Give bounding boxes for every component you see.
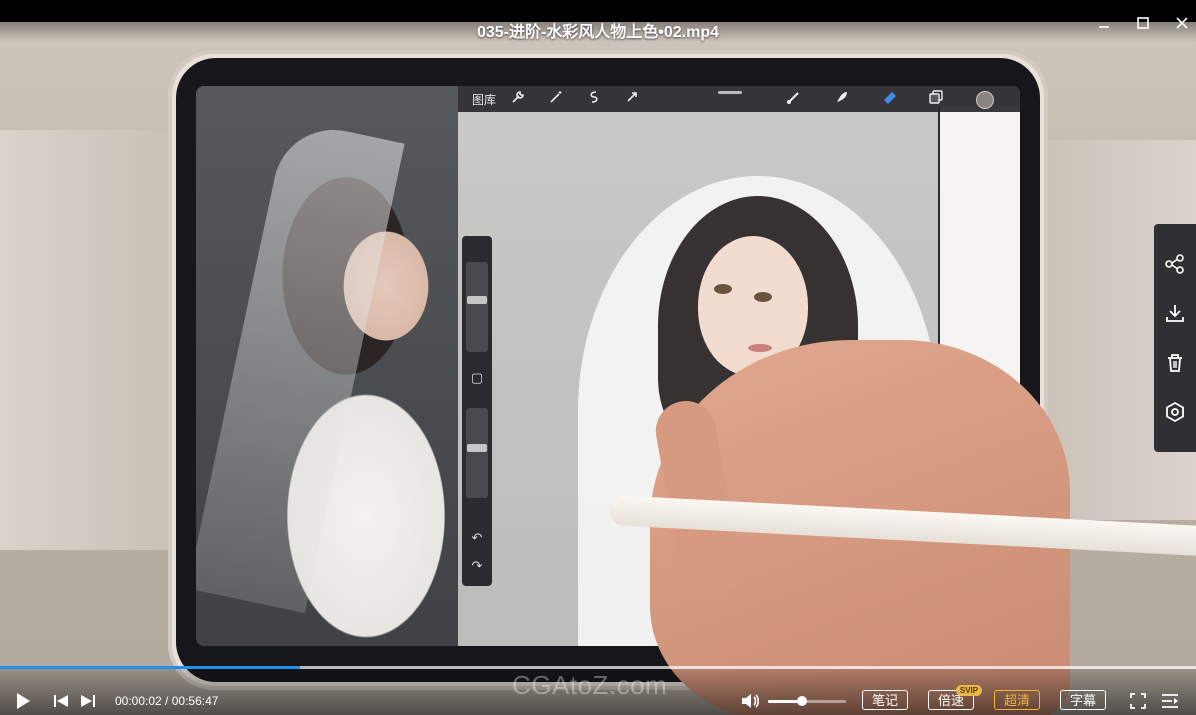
background-wall-left xyxy=(0,130,180,550)
magic-wand-icon[interactable] xyxy=(546,89,566,109)
side-action-panel xyxy=(1154,224,1196,452)
quality-button[interactable]: 超清 xyxy=(994,690,1040,710)
video-frame[interactable]: 图库 ▢ ↶ ↷ xyxy=(0,0,1196,715)
delete-icon[interactable] xyxy=(1154,343,1196,383)
volume-icon[interactable] xyxy=(739,690,761,712)
selection-icon[interactable] xyxy=(584,89,604,109)
eraser-icon[interactable] xyxy=(880,89,900,109)
current-time: 00:00:02 xyxy=(115,694,162,708)
notes-button[interactable]: 笔记 xyxy=(862,690,908,710)
brush-opacity-slider[interactable] xyxy=(466,408,488,498)
previous-icon[interactable] xyxy=(50,690,72,712)
volume-knob[interactable] xyxy=(796,696,807,706)
square-icon[interactable]: ▢ xyxy=(462,370,492,386)
gallery-label[interactable]: 图库 xyxy=(472,91,496,108)
time-separator: / xyxy=(161,694,172,708)
layers-icon[interactable] xyxy=(926,89,946,109)
progress-bar[interactable] xyxy=(0,666,1196,669)
time-display: 00:00:02 / 00:56:47 xyxy=(115,694,218,708)
next-icon[interactable] xyxy=(77,690,99,712)
progress-played xyxy=(0,666,301,669)
brush-opacity-knob[interactable] xyxy=(467,444,487,452)
maximize-icon[interactable] xyxy=(1131,15,1155,37)
undo-icon[interactable]: ↶ xyxy=(462,530,492,546)
subtitles-button[interactable]: 字幕 xyxy=(1060,690,1106,710)
redo-icon[interactable]: ↷ xyxy=(462,558,492,574)
duration: 00:56:47 xyxy=(171,694,219,708)
volume-slider[interactable] xyxy=(768,696,846,706)
reference-photo xyxy=(196,86,458,646)
close-icon[interactable] xyxy=(1170,15,1194,37)
reference-veil xyxy=(196,118,405,614)
share-icon[interactable] xyxy=(1154,244,1196,284)
watermark: CGAtoZ.com xyxy=(512,670,668,700)
app-toolbar: 图库 xyxy=(458,86,1020,112)
minimize-icon[interactable] xyxy=(1092,15,1116,37)
brush-size-slider[interactable] xyxy=(466,262,488,352)
drawing-left-eye xyxy=(714,284,732,294)
fullscreen-icon[interactable] xyxy=(1127,690,1149,712)
smudge-icon[interactable] xyxy=(832,89,852,109)
settings-icon[interactable] xyxy=(1154,392,1196,432)
color-swatch-icon[interactable] xyxy=(976,91,994,109)
drawing-lips xyxy=(748,344,772,352)
download-icon[interactable] xyxy=(1154,293,1196,333)
wrench-icon[interactable] xyxy=(508,89,528,109)
video-title: 035-进阶-水彩风人物上色•02.mp4 xyxy=(476,24,720,41)
brush-icon[interactable] xyxy=(784,89,804,109)
svip-badge: SVIP xyxy=(956,685,982,696)
playlist-icon[interactable] xyxy=(1159,690,1181,712)
brush-size-knob[interactable] xyxy=(467,296,487,304)
toolbar-handle[interactable] xyxy=(718,91,742,94)
transform-icon[interactable] xyxy=(622,89,642,109)
play-button[interactable] xyxy=(12,690,34,712)
drawing-right-eye xyxy=(754,292,772,302)
brush-sidebar: ▢ ↶ ↷ xyxy=(462,236,492,586)
